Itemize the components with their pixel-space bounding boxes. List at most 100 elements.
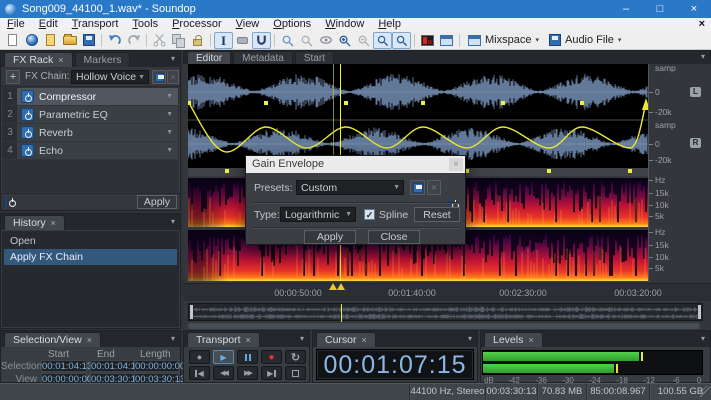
stop-button[interactable]: ● — [189, 350, 210, 364]
undo-button[interactable] — [105, 32, 124, 49]
overview-right-handle[interactable] — [698, 305, 701, 319]
power-icon[interactable] — [21, 90, 34, 103]
close-icon[interactable]: × — [87, 335, 92, 345]
menu-options[interactable]: Options — [266, 18, 318, 31]
timeline-ruler[interactable]: 00:00:50:00 00:01:40:00 00:02:30:00 00:0… — [183, 283, 711, 301]
menu-help[interactable]: Help — [371, 18, 408, 31]
zoom-fit-vertical-button[interactable] — [392, 32, 411, 49]
mixspace-dropdown[interactable]: Mixspace▾ — [463, 33, 544, 47]
redo-button[interactable] — [124, 32, 143, 49]
view-all-button[interactable] — [316, 32, 335, 49]
zoom-out-button[interactable] — [354, 32, 373, 49]
menu-window[interactable]: Window — [318, 18, 371, 31]
new-file-button[interactable] — [3, 32, 22, 49]
selection-start-field[interactable]: 00:01:04:13 — [41, 360, 87, 372]
selection-tool-button[interactable]: I — [214, 32, 233, 49]
reset-button[interactable]: Reset — [414, 207, 460, 222]
history-item-open[interactable]: Open — [4, 233, 177, 249]
show-mixer-button[interactable] — [437, 32, 456, 49]
menu-processor[interactable]: Processor — [165, 18, 229, 31]
fx-row-compressor[interactable]: 1 Compressor▼ — [3, 88, 178, 106]
close-icon[interactable]: × — [58, 55, 63, 65]
play-button[interactable]: ▶ — [213, 350, 234, 364]
tab-fx-rack[interactable]: FX Rack× — [4, 52, 73, 67]
document-close-icon[interactable]: × — [699, 18, 705, 31]
add-fx-button[interactable]: + — [6, 70, 20, 84]
fast-forward-button[interactable]: ▶▶ — [237, 366, 258, 380]
tab-start[interactable]: Start — [295, 51, 334, 64]
record-button[interactable]: ● — [261, 350, 282, 364]
fx-row-echo[interactable]: 4 Echo▼ — [3, 142, 178, 160]
zoom-in-button[interactable] — [335, 32, 354, 49]
loop-button[interactable]: ↻ — [285, 350, 306, 364]
fx-row-parametric-eq[interactable]: 2 Parametric EQ▼ — [3, 106, 178, 124]
delete-chain-button[interactable]: × — [167, 70, 179, 84]
chevron-down-icon[interactable]: ▼ — [166, 129, 178, 136]
skip-to-start-button[interactable]: ◀ — [189, 366, 210, 380]
presets-dropdown[interactable]: Custom▼ — [296, 180, 404, 195]
zoom-out-selection-button[interactable] — [297, 32, 316, 49]
skip-to-end-button[interactable]: ▶ — [261, 366, 282, 380]
lock-button[interactable] — [188, 32, 207, 49]
chevron-down-icon[interactable]: ▼ — [166, 111, 178, 118]
menu-transport[interactable]: Transport — [65, 18, 126, 31]
menu-file[interactable]: File — [0, 18, 32, 31]
save-chain-button[interactable] — [152, 70, 166, 84]
power-icon[interactable] — [21, 144, 34, 157]
zoom-selection-button[interactable] — [278, 32, 297, 49]
panel-menu-icon[interactable]: ▾ — [171, 334, 175, 343]
panel-menu-icon[interactable]: ▾ — [171, 54, 175, 63]
rack-power-icon[interactable] — [5, 195, 7, 209]
menu-edit[interactable]: Edit — [32, 18, 65, 31]
close-icon[interactable]: × — [246, 335, 251, 345]
close-icon[interactable]: × — [51, 218, 56, 228]
tab-metadata[interactable]: Metadata — [233, 51, 293, 64]
tab-selection-view[interactable]: Selection/View× — [4, 332, 101, 347]
history-item-apply-fx-chain[interactable]: Apply FX Chain — [4, 249, 177, 265]
apply-fx-button[interactable]: Apply — [137, 195, 177, 209]
tab-history[interactable]: History× — [4, 215, 65, 230]
open-project-button[interactable] — [60, 32, 79, 49]
save-button[interactable] — [79, 32, 98, 49]
rewind-button[interactable]: ◀◀ — [213, 366, 234, 380]
minimize-button[interactable]: – — [609, 0, 643, 18]
panel-menu-icon[interactable]: ▾ — [701, 334, 705, 343]
tab-transport[interactable]: Transport× — [187, 332, 260, 347]
close-icon[interactable]: × — [362, 335, 367, 345]
fx-row-reverb[interactable]: 3 Reverb▼ — [3, 124, 178, 142]
scroll-thumb[interactable] — [188, 323, 700, 329]
new-project-button[interactable] — [41, 32, 60, 49]
dialog-close-button[interactable]: × — [449, 158, 463, 171]
panel-menu-icon[interactable]: ▾ — [171, 217, 175, 226]
panel-menu-icon[interactable]: ▾ — [701, 52, 705, 61]
copy-button[interactable] — [169, 32, 188, 49]
close-icon[interactable]: × — [528, 335, 533, 345]
menu-tools[interactable]: Tools — [125, 18, 165, 31]
zoom-fit-horizontal-button[interactable] — [373, 32, 392, 49]
playhead-marker-icon[interactable] — [337, 283, 345, 290]
selection-length-field[interactable]: 00:00:00:00 — [134, 360, 180, 372]
panel-menu-icon[interactable]: ▾ — [300, 334, 304, 343]
close-button[interactable]: × — [677, 0, 711, 18]
pause-button[interactable] — [237, 350, 258, 364]
range-tool-button[interactable] — [233, 32, 252, 49]
chevron-down-icon[interactable]: ▼ — [166, 93, 178, 100]
panel-menu-icon[interactable]: ▾ — [468, 334, 472, 343]
power-icon[interactable] — [21, 108, 34, 121]
chevron-down-icon[interactable]: ▼ — [166, 147, 178, 154]
dialog-apply-button[interactable]: Apply — [304, 230, 356, 244]
save-preset-button[interactable] — [410, 180, 425, 195]
cut-button[interactable] — [150, 32, 169, 49]
resize-grip[interactable] — [699, 386, 710, 397]
spline-checkbox[interactable]: ✓ — [364, 209, 375, 220]
tab-editor[interactable]: Editor — [187, 51, 231, 64]
open-audio-button[interactable] — [22, 32, 41, 49]
envelope-marker-icon[interactable] — [329, 283, 337, 290]
maximize-button[interactable]: □ — [643, 0, 677, 18]
selection-end-field[interactable]: 00:01:04:13 — [90, 360, 136, 372]
show-levels-button[interactable] — [418, 32, 437, 49]
tab-markers[interactable]: Markers — [75, 52, 131, 67]
snap-toggle-button[interactable] — [252, 32, 271, 49]
tab-levels[interactable]: Levels× — [484, 332, 543, 347]
audio-file-dropdown[interactable]: Audio File▾ — [544, 33, 626, 47]
